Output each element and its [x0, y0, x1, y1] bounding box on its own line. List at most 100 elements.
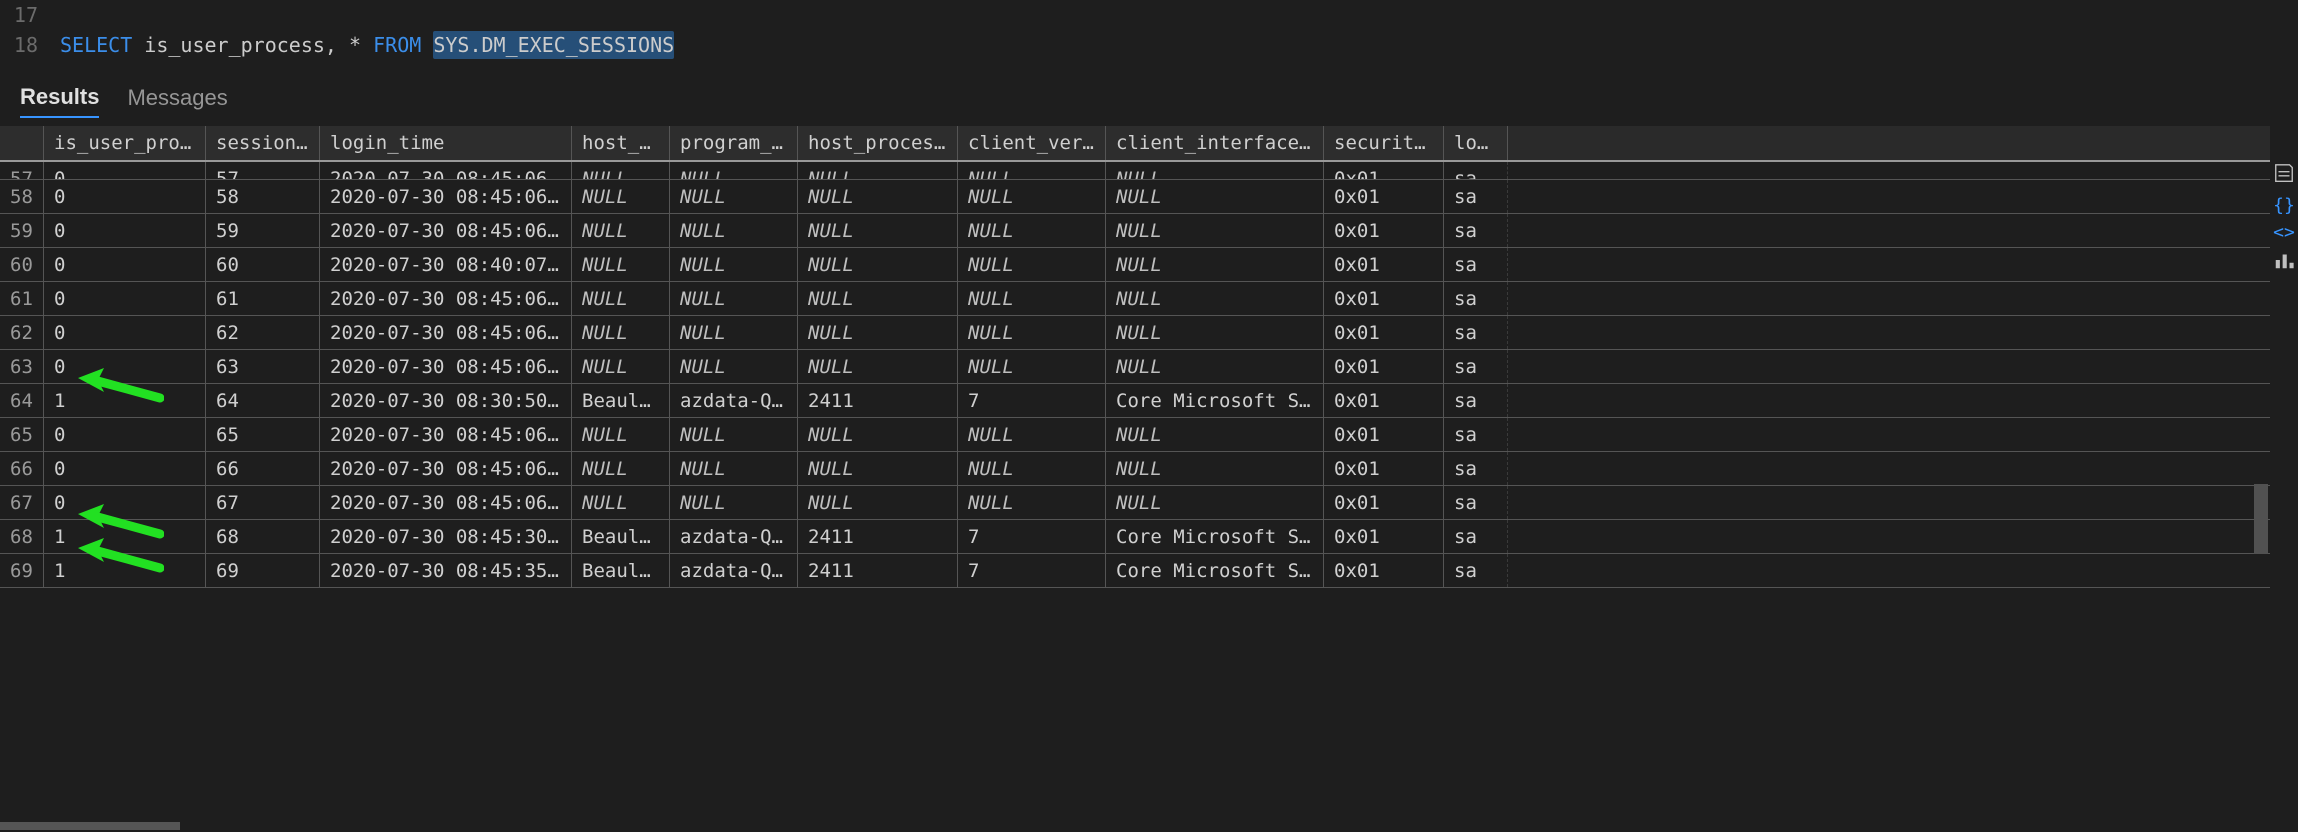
cell-client_version[interactable]: NULL	[958, 282, 1106, 315]
cell-security_id[interactable]: 0x01	[1324, 214, 1444, 247]
cell-host_process_id[interactable]: NULL	[798, 162, 958, 179]
cell-client_version[interactable]: NULL	[958, 486, 1106, 519]
table-row[interactable]: 670672020-07-30 08:45:06.783NULLNULLNULL…	[0, 486, 2270, 520]
cell-host_name[interactable]: Beauli…	[572, 554, 670, 587]
cell-host_process_id[interactable]: NULL	[798, 180, 958, 213]
cell-host_name[interactable]: NULL	[572, 162, 670, 179]
cell-session_id[interactable]: 62	[206, 316, 320, 349]
cell-host_process_id[interactable]: 2411	[798, 520, 958, 553]
tab-results[interactable]: Results	[20, 84, 99, 118]
cell-login_time[interactable]: 2020-07-30 08:45:06.783	[320, 486, 572, 519]
cell-program_name[interactable]: NULL	[670, 248, 798, 281]
cell-login_name[interactable]: sa	[1444, 520, 1508, 553]
cell-security_id[interactable]: 0x01	[1324, 162, 1444, 179]
column-header[interactable]: client_interface_name	[1106, 126, 1324, 160]
table-row[interactable]: 610612020-07-30 08:45:06.783NULLNULLNULL…	[0, 282, 2270, 316]
sql-editor[interactable]: 1718SELECT is_user_process, * FROM SYS.D…	[0, 0, 2298, 60]
horizontal-scrollbar[interactable]	[0, 820, 2270, 832]
cell-login_time[interactable]: 2020-07-30 08:40:07.053	[320, 248, 572, 281]
cell-login_time[interactable]: 2020-07-30 08:45:06.783	[320, 282, 572, 315]
cell-program_name[interactable]: NULL	[670, 162, 798, 179]
cell-host_process_id[interactable]: 2411	[798, 554, 958, 587]
cell-program_name[interactable]: azdata-Qu…	[670, 384, 798, 417]
cell-security_id[interactable]: 0x01	[1324, 554, 1444, 587]
cell-is_user_process[interactable]: 0	[44, 452, 206, 485]
horizontal-scrollbar-thumb[interactable]	[0, 822, 180, 830]
cell-client_version[interactable]: NULL	[958, 162, 1106, 179]
cell-host_name[interactable]: NULL	[572, 418, 670, 451]
cell-login_time[interactable]: 2020-07-30 08:30:50.277	[320, 384, 572, 417]
cell-is_user_process[interactable]: 0	[44, 248, 206, 281]
cell-is_user_process[interactable]: 0	[44, 350, 206, 383]
cell-host_process_id[interactable]: NULL	[798, 452, 958, 485]
save-json-icon[interactable]: {}	[2273, 195, 2295, 216]
cell-program_name[interactable]: NULL	[670, 452, 798, 485]
cell-client_version[interactable]: NULL	[958, 418, 1106, 451]
cell-login_time[interactable]: 2020-07-30 08:45:35.863	[320, 554, 572, 587]
cell-host_process_id[interactable]: NULL	[798, 214, 958, 247]
cell-login_name[interactable]: sa	[1444, 282, 1508, 315]
cell-program_name[interactable]: NULL	[670, 282, 798, 315]
cell-login_name[interactable]: sa	[1444, 316, 1508, 349]
cell-program_name[interactable]: NULL	[670, 214, 798, 247]
save-csv-icon[interactable]	[2273, 162, 2295, 189]
cell-host_process_id[interactable]: NULL	[798, 282, 958, 315]
column-header[interactable]: security_id	[1324, 126, 1444, 160]
cell-session_id[interactable]: 64	[206, 384, 320, 417]
cell-login_time[interactable]: 2020-07-30 08:45:06.783	[320, 180, 572, 213]
cell-client_interface_name[interactable]: NULL	[1106, 350, 1324, 383]
cell-session_id[interactable]: 68	[206, 520, 320, 553]
cell-security_id[interactable]: 0x01	[1324, 316, 1444, 349]
cell-security_id[interactable]: 0x01	[1324, 248, 1444, 281]
cell-login_name[interactable]: sa	[1444, 248, 1508, 281]
cell-host_process_id[interactable]: 2411	[798, 384, 958, 417]
cell-login_name[interactable]: sa	[1444, 180, 1508, 213]
cell-host_process_id[interactable]: NULL	[798, 418, 958, 451]
cell-login_time[interactable]: 2020-07-30 08:45:06.783	[320, 162, 572, 179]
cell-session_id[interactable]: 66	[206, 452, 320, 485]
cell-client_version[interactable]: 7	[958, 554, 1106, 587]
cell-is_user_process[interactable]: 1	[44, 520, 206, 553]
table-row[interactable]: 620622020-07-30 08:45:06.783NULLNULLNULL…	[0, 316, 2270, 350]
cell-host_name[interactable]: NULL	[572, 180, 670, 213]
cell-host_name[interactable]: Beauli…	[572, 384, 670, 417]
cell-host_process_id[interactable]: NULL	[798, 248, 958, 281]
cell-host_name[interactable]: NULL	[572, 214, 670, 247]
cell-is_user_process[interactable]: 0	[44, 214, 206, 247]
cell-is_user_process[interactable]: 0	[44, 316, 206, 349]
cell-client_version[interactable]: 7	[958, 384, 1106, 417]
column-header[interactable]: client_version	[958, 126, 1106, 160]
cell-client_interface_name[interactable]: NULL	[1106, 452, 1324, 485]
cell-session_id[interactable]: 59	[206, 214, 320, 247]
cell-host_name[interactable]: NULL	[572, 350, 670, 383]
cell-security_id[interactable]: 0x01	[1324, 384, 1444, 417]
cell-login_time[interactable]: 2020-07-30 08:45:06.783	[320, 418, 572, 451]
cell-security_id[interactable]: 0x01	[1324, 486, 1444, 519]
column-header[interactable]: session_id	[206, 126, 320, 160]
cell-is_user_process[interactable]: 0	[44, 282, 206, 315]
cell-session_id[interactable]: 57	[206, 162, 320, 179]
table-row[interactable]: 600602020-07-30 08:40:07.053NULLNULLNULL…	[0, 248, 2270, 282]
cell-client_interface_name[interactable]: NULL	[1106, 282, 1324, 315]
cell-client_interface_name[interactable]: NULL	[1106, 248, 1324, 281]
table-row[interactable]: 660662020-07-30 08:45:06.783NULLNULLNULL…	[0, 452, 2270, 486]
cell-is_user_process[interactable]: 0	[44, 162, 206, 179]
cell-is_user_process[interactable]: 1	[44, 384, 206, 417]
cell-login_time[interactable]: 2020-07-30 08:45:06.783	[320, 214, 572, 247]
table-row[interactable]: 691692020-07-30 08:45:35.863Beauli…azdat…	[0, 554, 2270, 588]
cell-login_name[interactable]: sa	[1444, 418, 1508, 451]
results-grid[interactable]: is_user_processsession_idlogin_timehost_…	[0, 126, 2270, 588]
cell-is_user_process[interactable]: 1	[44, 554, 206, 587]
cell-is_user_process[interactable]: 0	[44, 180, 206, 213]
cell-login_name[interactable]: sa	[1444, 486, 1508, 519]
cell-host_name[interactable]: NULL	[572, 486, 670, 519]
table-row[interactable]: 650652020-07-30 08:45:06.783NULLNULLNULL…	[0, 418, 2270, 452]
cell-client_interface_name[interactable]: NULL	[1106, 180, 1324, 213]
cell-security_id[interactable]: 0x01	[1324, 180, 1444, 213]
cell-host_name[interactable]: Beauli…	[572, 520, 670, 553]
cell-client_interface_name[interactable]: NULL	[1106, 418, 1324, 451]
cell-host_name[interactable]: NULL	[572, 316, 670, 349]
cell-login_time[interactable]: 2020-07-30 08:45:06.783	[320, 350, 572, 383]
cell-security_id[interactable]: 0x01	[1324, 350, 1444, 383]
cell-host_process_id[interactable]: NULL	[798, 316, 958, 349]
